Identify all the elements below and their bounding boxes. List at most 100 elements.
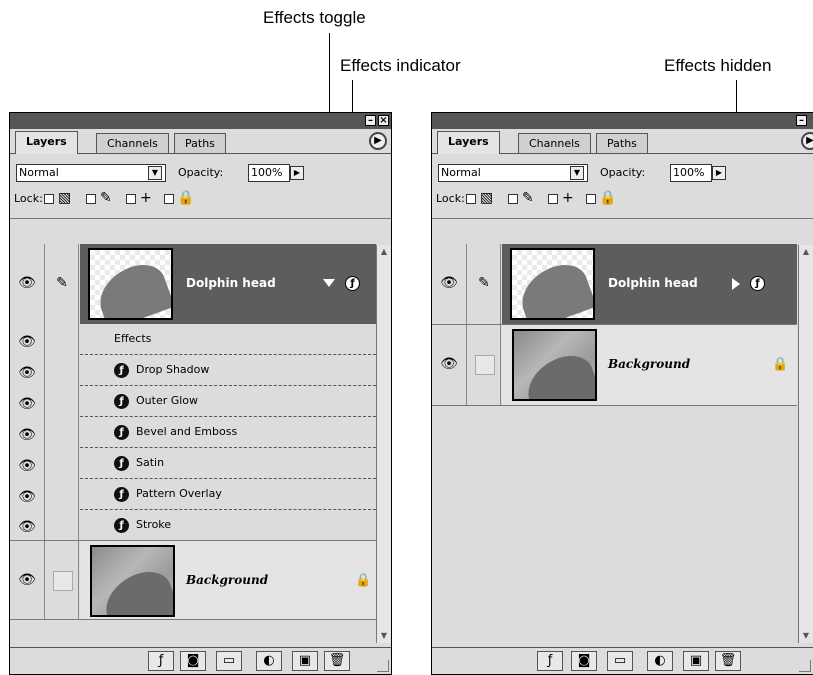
divider <box>432 405 797 406</box>
new-layer-icon[interactable]: ▣ <box>683 651 709 671</box>
eye-icon[interactable]: 👁 <box>440 355 458 373</box>
palette-titlebar[interactable]: – <box>432 113 813 129</box>
effect-label: Drop Shadow <box>136 363 210 376</box>
scrollbar[interactable]: ▲ ▼ <box>798 245 813 643</box>
fx-icon: ƒ <box>114 394 129 409</box>
brush-link-icon[interactable]: ✎ <box>475 274 493 292</box>
eye-icon[interactable]: 👁 <box>18 518 36 536</box>
adjustment-layer-icon[interactable]: ◐ <box>647 651 673 671</box>
opacity-field[interactable]: 100% <box>248 164 290 182</box>
lock-image-checkbox[interactable] <box>86 194 96 204</box>
effect-label: Outer Glow <box>136 394 199 407</box>
new-set-icon[interactable]: ▭ <box>607 651 633 671</box>
link-empty-cell[interactable] <box>475 355 495 375</box>
scroll-up-icon[interactable]: ▲ <box>799 245 813 259</box>
effect-row-outer-glow[interactable]: ƒ Outer Glow <box>80 386 376 417</box>
layer-name[interactable]: Dolphin head <box>608 276 698 290</box>
effect-row-bevel-emboss[interactable]: ƒ Bevel and Emboss <box>80 417 376 448</box>
lock-image-checkbox[interactable] <box>508 194 518 204</box>
opacity-arrow-icon[interactable]: ▶ <box>290 166 304 180</box>
eye-icon[interactable]: 👁 <box>18 333 36 351</box>
effects-indicator-callout: Effects indicator <box>340 56 461 75</box>
resize-grip-icon[interactable] <box>799 660 811 672</box>
scroll-up-icon[interactable]: ▲ <box>377 245 391 259</box>
eye-icon[interactable]: 👁 <box>18 571 36 589</box>
eye-icon[interactable]: 👁 <box>18 426 36 444</box>
layer-thumbnail <box>510 248 595 320</box>
panel-menu-arrow-icon[interactable]: ▶ <box>801 132 813 150</box>
link-empty-cell[interactable] <box>53 571 73 591</box>
layer-style-icon[interactable]: ƒ <box>148 651 174 671</box>
eye-icon[interactable]: 👁 <box>440 274 458 292</box>
lock-transparency-checkbox[interactable] <box>466 194 476 204</box>
close-button[interactable]: × <box>378 115 389 126</box>
effects-header-label: Effects <box>114 332 152 345</box>
mask-icon[interactable]: ◙ <box>180 651 206 671</box>
trash-icon[interactable]: 🗑 <box>324 651 350 671</box>
effects-toggle-expanded-icon[interactable] <box>323 279 335 287</box>
tab-channels[interactable]: Channels <box>518 133 591 153</box>
eye-icon[interactable]: 👁 <box>18 274 36 292</box>
tab-layers[interactable]: Layers <box>15 131 78 154</box>
effect-row-satin[interactable]: ƒ Satin <box>80 448 376 479</box>
tab-channels[interactable]: Channels <box>96 133 169 153</box>
effect-row-drop-shadow[interactable]: ƒ Drop Shadow <box>80 355 376 386</box>
trash-icon[interactable]: 🗑 <box>715 651 741 671</box>
resize-grip-icon[interactable] <box>377 660 389 672</box>
brush-link-icon[interactable]: ✎ <box>53 274 71 292</box>
mask-icon[interactable]: ◙ <box>571 651 597 671</box>
opacity-arrow-icon[interactable]: ▶ <box>712 166 726 180</box>
lock-position-checkbox[interactable] <box>126 194 136 204</box>
effect-row-stroke[interactable]: ƒ Stroke <box>80 510 376 541</box>
adjustment-layer-icon[interactable]: ◐ <box>256 651 282 671</box>
opacity-field[interactable]: 100% <box>670 164 712 182</box>
eye-icon[interactable]: 👁 <box>18 457 36 475</box>
blend-mode-select[interactable]: Normal <box>16 164 166 182</box>
effect-label: Pattern Overlay <box>136 487 222 500</box>
lock-all-checkbox[interactable] <box>164 194 174 204</box>
effect-label: Bevel and Emboss <box>136 425 238 438</box>
eye-icon[interactable]: 👁 <box>18 395 36 413</box>
chevron-down-icon[interactable]: ▼ <box>570 166 584 180</box>
scrollbar[interactable]: ▲ ▼ <box>376 245 391 643</box>
palette-tabs: Layers Channels Paths ▶ <box>10 129 391 154</box>
tab-paths[interactable]: Paths <box>174 133 226 153</box>
layer-name[interactable]: Background <box>608 357 690 371</box>
lock-position-checkbox[interactable] <box>548 194 558 204</box>
layer-thumbnail <box>512 329 597 401</box>
effect-label: Satin <box>136 456 165 469</box>
eye-icon[interactable]: 👁 <box>18 364 36 382</box>
link-column <box>467 244 501 406</box>
tab-paths[interactable]: Paths <box>596 133 648 153</box>
brush-icon: ✎ <box>522 190 534 206</box>
scroll-down-icon[interactable]: ▼ <box>799 629 813 643</box>
layer-list: 👁 ✎ Dolphin head ƒ 👁 Effects 👁 ƒ Drop Sh… <box>10 244 376 649</box>
effects-toggle-collapsed-icon[interactable] <box>732 278 740 290</box>
blend-mode-select[interactable]: Normal <box>438 164 588 182</box>
lock-icon: 🔒 <box>772 357 789 372</box>
brush-icon: ✎ <box>100 190 112 206</box>
effect-row-pattern-overlay[interactable]: ƒ Pattern Overlay <box>80 479 376 510</box>
chevron-down-icon[interactable]: ▼ <box>148 166 162 180</box>
layer-style-icon[interactable]: ƒ <box>537 651 563 671</box>
new-layer-icon[interactable]: ▣ <box>292 651 318 671</box>
tab-layers[interactable]: Layers <box>437 131 500 154</box>
lock-transparency-checkbox[interactable] <box>44 194 54 204</box>
effects-header-row[interactable]: Effects <box>80 324 376 355</box>
new-set-icon[interactable]: ▭ <box>216 651 242 671</box>
layer-name[interactable]: Dolphin head <box>186 276 276 290</box>
layer-name[interactable]: Background <box>186 573 268 587</box>
lock-row: Lock: ▧ ✎ + 🔒 <box>436 190 806 214</box>
minimize-button[interactable]: – <box>365 115 376 126</box>
transparency-icon: ▧ <box>480 190 494 206</box>
lock-all-checkbox[interactable] <box>586 194 596 204</box>
palette-bottom-bar: ƒ ◙ ▭ ◐ ▣ 🗑 <box>10 647 391 674</box>
effects-hidden-callout: Effects hidden <box>664 56 772 75</box>
palette-titlebar[interactable]: – × <box>10 113 391 129</box>
minimize-button[interactable]: – <box>796 115 807 126</box>
scroll-down-icon[interactable]: ▼ <box>377 629 391 643</box>
eye-icon[interactable]: 👁 <box>18 488 36 506</box>
lock-icon: 🔒 <box>355 573 372 588</box>
divider <box>432 218 813 219</box>
panel-menu-arrow-icon[interactable]: ▶ <box>369 132 387 150</box>
